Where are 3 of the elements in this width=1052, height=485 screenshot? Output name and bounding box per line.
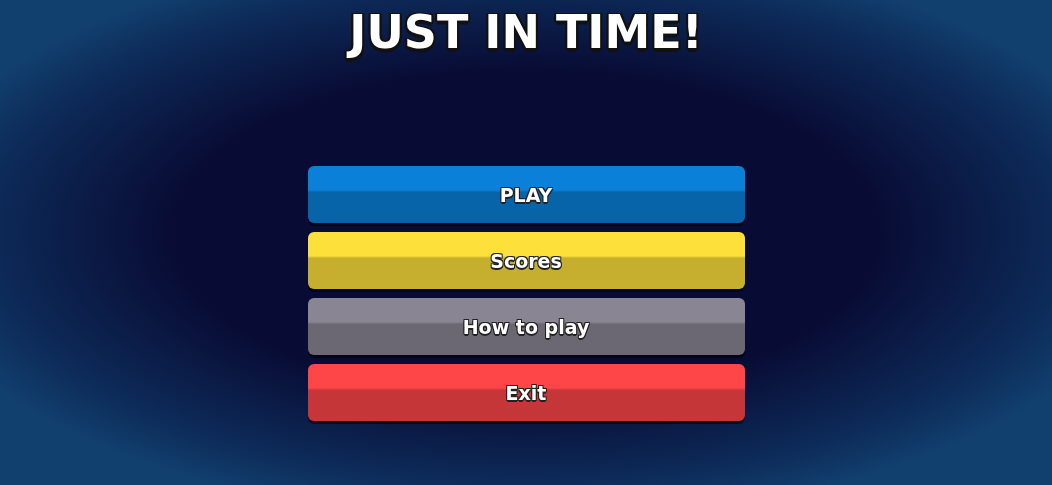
menu-button[interactable]: Exit <box>307 364 745 421</box>
menu-button[interactable]: PLAY <box>307 166 745 223</box>
menu-button[interactable]: How to play <box>307 298 745 355</box>
